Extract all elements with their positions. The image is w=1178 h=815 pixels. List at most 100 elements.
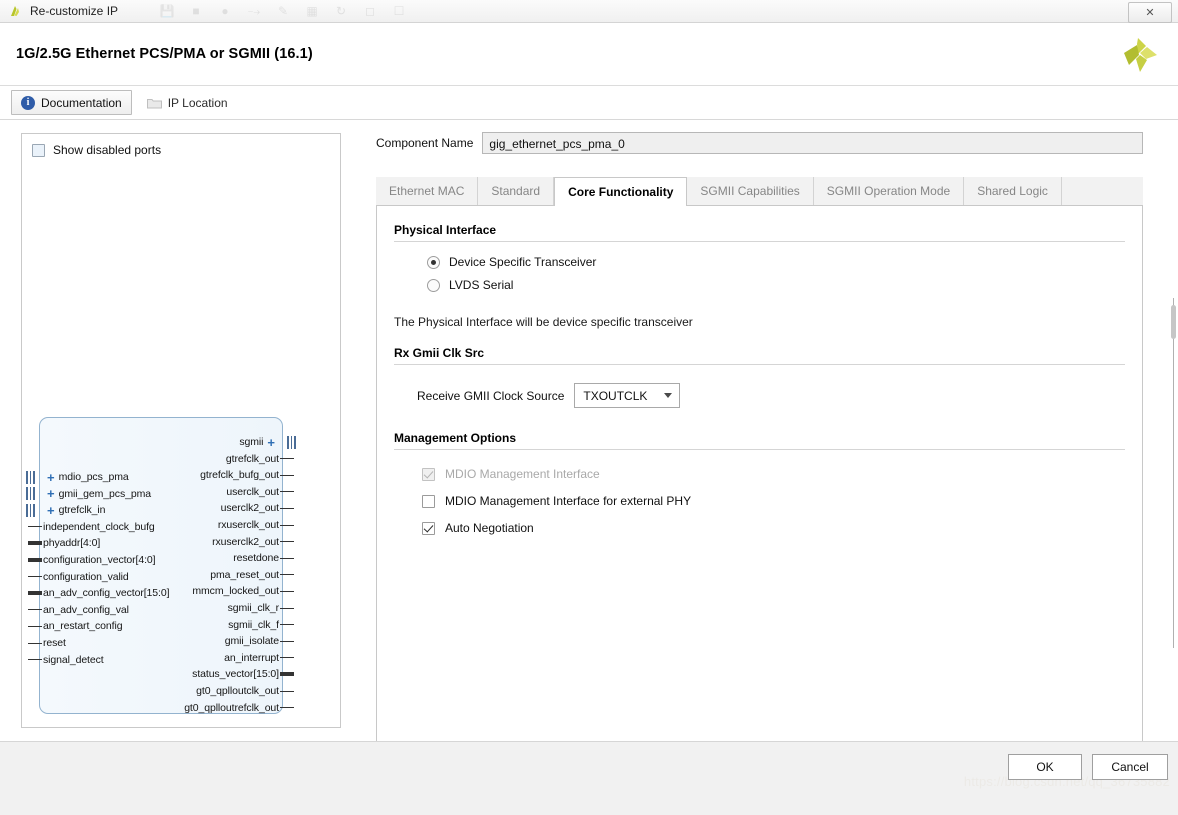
port-right-userclk-out[interactable]: userclk_out [226,484,294,500]
documentation-label: Documentation [41,95,122,110]
expand-plus-icon[interactable]: + [263,436,279,449]
scrollbar-thumb[interactable] [1171,305,1176,339]
tab-sgmii-capabilities[interactable]: SGMII Capabilities [687,177,814,205]
port-right-resetdone[interactable]: resetdone [233,550,294,566]
close-icon[interactable]: ✕ [1128,2,1172,23]
port-right-gmii-isolate[interactable]: gmii_isolate [224,633,294,649]
grid-icon[interactable]: ▦ [305,4,319,18]
port-left-gmii-gem-pcs-pma[interactable]: + gmii_gem_pcs_pma [26,486,151,502]
tab-core-functionality[interactable]: Core Functionality [554,177,688,206]
port-right-userclk2-out[interactable]: userclk2_out [220,500,294,516]
port-right-gt0-qplloutclk-out[interactable]: gt0_qplloutclk_out [196,683,294,699]
port-label: mdio_pcs_pma [58,471,129,483]
scrollbar-track-lower[interactable] [1173,468,1174,648]
radio-lvds-serial-label: LVDS Serial [449,278,514,292]
port-right-sgmii[interactable]: + sgmii [239,434,296,450]
tab-strip: Ethernet MAC Standard Core Functionality SG… [376,177,1143,206]
expand-plus-icon[interactable]: + [43,504,59,517]
expand-plus-icon[interactable]: + [43,471,59,484]
zoom-icon[interactable]: ☐ [392,4,406,18]
show-disabled-ports-checkbox[interactable] [32,143,45,157]
port-right-pma-reset-out[interactable]: pma_reset_out [210,567,294,583]
mdio-external-phy-checkbox[interactable] [422,494,435,508]
port-left-an-restart-config[interactable]: an_restart_config [28,618,123,634]
vivado-app-icon [8,3,24,19]
expand-plus-icon[interactable]: + [43,487,59,500]
port-right-gt0-qplloutrefclk-out[interactable]: gt0_qplloutrefclk_out [184,700,294,716]
port-label: sgmii_clk_r [227,602,280,614]
port-stub [28,591,42,596]
port-stub [280,624,294,626]
port-stub [280,474,294,476]
auto-negotiation-label: Auto Negotiation [445,521,534,535]
receive-gmii-clock-source-select[interactable]: TXOUTCLK [574,383,681,408]
port-left-configuration-vector-4-0-[interactable]: configuration_vector[4:0] [28,552,156,568]
port-label: gt0_qplloutclk_out [196,685,279,697]
save-icon[interactable]: 💾 [160,4,175,18]
show-disabled-ports-row[interactable]: Show disabled ports [22,134,340,157]
refresh-icon[interactable]: ↻ [334,4,348,18]
port-label: userclk2_out [220,502,279,515]
port-label: resetdone [233,552,279,565]
port-stub [280,657,294,659]
board-icon[interactable]: ■ [189,4,203,18]
port-right-sgmii-clk-r[interactable]: sgmii_clk_r [227,600,294,616]
port-label: signal_detect [43,653,104,666]
port-label: phyaddr[4:0] [43,537,101,550]
tab-ethernet-mac[interactable]: Ethernet MAC [376,177,479,205]
component-name-input[interactable]: gig_ethernet_pcs_pma_0 [482,132,1143,154]
folder-icon [146,97,162,109]
trash-icon[interactable]: ◻ [363,4,377,18]
port-label: gtrefclk_bufg_out [200,469,279,482]
radio-lvds-serial-indicator[interactable] [427,278,440,292]
port-label: pma_reset_out [210,568,279,581]
ok-button[interactable]: OK [1008,754,1082,780]
tab-standard[interactable]: Standard [478,177,555,205]
auto-negotiation-checkbox[interactable] [422,521,435,535]
port-left-signal-detect[interactable]: signal_detect [28,652,104,668]
port-left-configuration-valid[interactable]: configuration_valid [28,569,129,585]
port-right-mmcm-locked-out[interactable]: mmcm_locked_out [192,583,294,599]
tab-surface: Ethernet MAC Standard Core Functionality SG… [376,177,1143,764]
rx-gmii-clk-src-title: Rx Gmii Clk Src [394,346,485,360]
dialog-header: 1G/2.5G Ethernet PCS/PMA or SGMII (16.1) [0,23,1178,86]
target-icon[interactable]: ● [218,4,232,18]
radio-lvds-serial[interactable]: LVDS Serial [394,269,1125,292]
port-right-rxuserclk-out[interactable]: rxuserclk_out [218,517,294,533]
checkbox-row-mdio-management-interface: MDIO Management Interface [394,454,1125,481]
port-label: gmii_isolate [224,635,279,648]
checkbox-row-mdio-external-phy[interactable]: MDIO Management Interface for external P… [394,481,1125,508]
cancel-button[interactable]: Cancel [1092,754,1168,780]
window-title: Re-customize IP [30,4,119,18]
port-right-an-interrupt[interactable]: an_interrupt [224,650,294,666]
ip-location-label: IP Location [167,95,228,110]
tab-shared-logic[interactable]: Shared Logic [964,177,1062,205]
port-left-reset[interactable]: reset [28,635,66,651]
port-left-mdio-pcs-pma[interactable]: + mdio_pcs_pma [26,469,129,485]
port-label: configuration_vector[4:0] [43,554,156,566]
port-left-gtrefclk-in[interactable]: + gtrefclk_in [26,502,105,518]
port-right-gtrefclk-bufg-out[interactable]: gtrefclk_bufg_out [200,467,294,483]
wire-icon[interactable]: ⤍ [247,4,261,18]
port-right-status-vector-15-0-[interactable]: status_vector[15:0] [192,666,294,682]
checkbox-row-auto-negotiation[interactable]: Auto Negotiation [394,508,1125,535]
pencil-icon[interactable]: ✎ [276,4,290,18]
tab-sgmii-operation-mode[interactable]: SGMII Operation Mode [813,177,965,205]
port-left-an-adv-config-vector-15-0-[interactable]: an_adv_config_vector[15:0] [28,585,170,601]
documentation-button[interactable]: i Documentation [11,90,132,115]
port-right-gtrefclk-out[interactable]: gtrefclk_out [226,451,294,467]
port-right-sgmii-clk-f[interactable]: sgmii_clk_f [228,617,294,633]
radio-device-specific-transceiver[interactable]: Device Specific Transceiver [394,246,1125,269]
port-right-rxuserclk2-out[interactable]: rxuserclk2_out [212,534,294,550]
component-name-row: Component Name gig_ethernet_pcs_pma_0 [376,132,1143,154]
port-stub [280,491,294,493]
ip-location-button[interactable]: IP Location [137,90,238,115]
port-stub [28,541,42,546]
mdio-management-interface-checkbox [422,467,435,481]
port-left-independent-clock-bufg[interactable]: independent_clock_bufg [28,519,155,535]
radio-device-specific-transceiver-indicator[interactable] [427,255,440,269]
port-left-an-adv-config-val[interactable]: an_adv_config_val [28,602,129,618]
port-left-phyaddr-4-0-[interactable]: phyaddr[4:0] [28,535,101,551]
bus-connector-icon [287,435,296,449]
port-label: gmii_gem_pcs_pma [58,487,151,500]
